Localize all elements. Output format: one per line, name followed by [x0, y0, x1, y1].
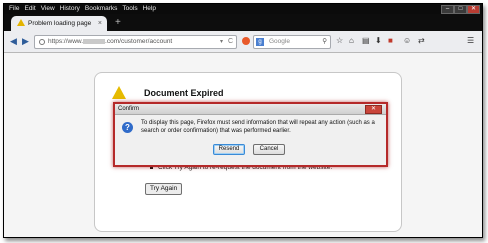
menu-history[interactable]: History: [60, 4, 80, 14]
window-close-button[interactable]: ✕: [467, 5, 480, 14]
dialog-close-button[interactable]: ✕: [365, 105, 382, 114]
tab-problem-loading[interactable]: Problem loading page ×: [11, 16, 107, 31]
forward-button[interactable]: ▶: [22, 36, 29, 47]
question-icon: ?: [122, 122, 133, 133]
address-bar[interactable]: https://www. .com/customer/account ▾ C: [34, 35, 237, 49]
search-icon[interactable]: ⚲: [322, 36, 327, 48]
search-box[interactable]: g Google ⚲: [253, 35, 331, 49]
warning-icon: [112, 86, 126, 99]
try-again-button[interactable]: Try Again: [145, 183, 183, 195]
cancel-button[interactable]: Cancel: [253, 144, 285, 155]
share-icon[interactable]: ⇄: [418, 36, 425, 46]
reload-icon[interactable]: C: [228, 36, 233, 48]
menu-view[interactable]: View: [41, 4, 55, 14]
dialog-title: Confirm: [118, 106, 140, 112]
download-icon[interactable]: ⬇: [375, 36, 382, 46]
url-text: https://www. .com/customer/account: [48, 38, 173, 45]
menu-help[interactable]: Help: [143, 4, 156, 14]
menu-icon[interactable]: ☰: [467, 36, 474, 46]
confirm-dialog: Confirm ✕ ? To display this page, Firefo…: [113, 102, 388, 167]
maximize-button[interactable]: □: [454, 5, 467, 14]
bookmark-star-icon[interactable]: ☆: [336, 36, 343, 46]
warning-icon: [17, 19, 25, 26]
menu-bookmarks[interactable]: Bookmarks: [85, 4, 118, 14]
url-dropdown-icon[interactable]: ▾: [220, 36, 223, 48]
bookmarks-list-icon[interactable]: ▤: [362, 36, 370, 46]
tab-close-icon[interactable]: ×: [98, 16, 102, 31]
dialog-message: To display this page, Firefox must send …: [141, 120, 375, 134]
tab-title: Problem loading page: [28, 20, 92, 27]
new-tab-button[interactable]: +: [115, 14, 121, 31]
back-button[interactable]: ◀: [10, 36, 17, 47]
dialog-titlebar: Confirm ✕: [115, 104, 386, 115]
menu-edit[interactable]: Edit: [24, 4, 35, 14]
search-placeholder: Google: [269, 38, 290, 45]
redacted-domain: [83, 38, 106, 44]
chat-icon[interactable]: ☺: [403, 36, 411, 46]
nav-toolbar: ◀ ▶ https://www. .com/customer/account ▾ …: [4, 31, 482, 53]
home-icon[interactable]: ⌂: [349, 36, 354, 46]
menu-file[interactable]: File: [9, 4, 19, 14]
stop-icon[interactable]: [242, 37, 250, 45]
menu-bar: File Edit View History Bookmarks Tools Help – …: [4, 4, 482, 14]
minimize-button[interactable]: –: [441, 5, 454, 14]
error-title: Document Expired: [144, 88, 224, 98]
resend-button[interactable]: Resend: [213, 144, 245, 155]
google-icon[interactable]: g: [256, 38, 264, 46]
addon-icon[interactable]: ■: [388, 36, 393, 46]
menu-tools[interactable]: Tools: [122, 4, 137, 14]
tab-strip: Problem loading page × +: [4, 14, 482, 31]
globe-icon: [39, 39, 45, 45]
browser-window: File Edit View History Bookmarks Tools Help – …: [3, 3, 483, 238]
